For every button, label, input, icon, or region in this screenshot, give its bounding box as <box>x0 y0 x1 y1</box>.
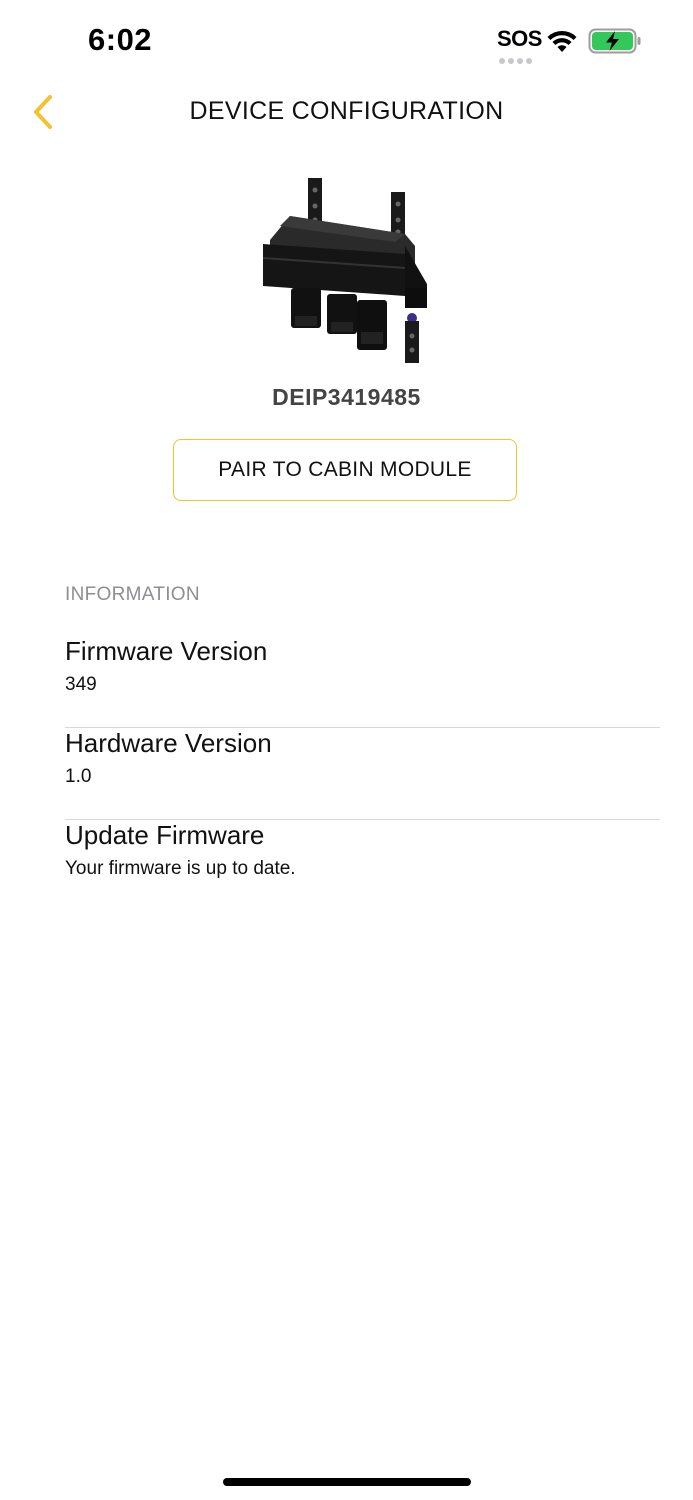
battery-charging-icon <box>588 28 641 54</box>
info-title: Update Firmware <box>65 820 265 850</box>
status-bar: 6:02 SOS <box>0 0 693 80</box>
info-title: Hardware Version <box>65 728 272 758</box>
device-id: DEIP3419485 <box>272 384 421 410</box>
info-value: 349 <box>65 674 97 695</box>
wifi-icon <box>547 30 577 52</box>
home-indicator <box>223 1478 471 1486</box>
info-row-firmware-version: Firmware Version 349 <box>65 636 660 728</box>
pair-to-cabin-module-button[interactable]: PAIR TO CABIN MODULE <box>173 439 517 501</box>
section-header-information: INFORMATION <box>65 584 200 605</box>
signal-dots-icon <box>499 51 535 64</box>
info-row-hardware-version: Hardware Version 1.0 <box>65 728 660 820</box>
page-title: DEVICE CONFIGURATION <box>189 97 504 125</box>
sos-label: SOS <box>497 26 542 51</box>
info-title: Firmware Version <box>65 636 268 666</box>
info-value: 1.0 <box>65 766 92 787</box>
info-row-update-firmware[interactable]: Update Firmware Your firmware is up to d… <box>65 820 660 912</box>
status-time: 6:02 <box>88 22 153 57</box>
info-value: Your firmware is up to date. <box>65 858 296 879</box>
control-module-image <box>262 178 427 363</box>
